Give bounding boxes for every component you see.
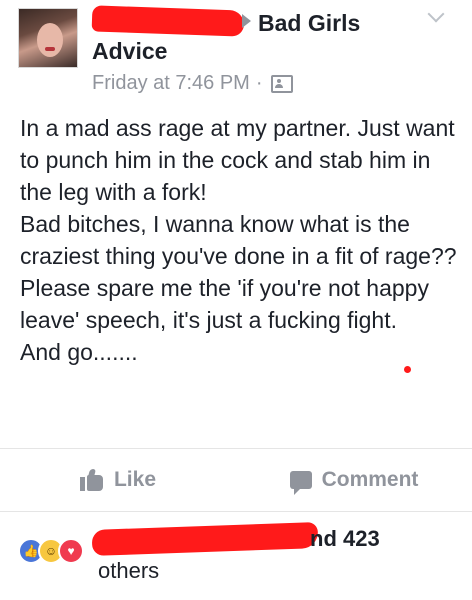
comment-label: Comment	[321, 468, 419, 491]
post-paragraph: Please spare me the 'if you're not happy…	[20, 275, 429, 333]
reaction-icons: 👍 ☺ ♥	[18, 538, 84, 564]
right-arrow-icon	[242, 14, 251, 28]
timestamp[interactable]: Friday at 7:46 PM	[92, 72, 250, 95]
post-paragraph: And go.......	[20, 339, 138, 365]
post-paragraph: In a mad ass rage at my partner. Just wa…	[20, 115, 455, 205]
post-text: In a mad ass rage at my partner. Just wa…	[20, 112, 460, 368]
redacted-author-name	[91, 5, 245, 37]
love-reaction-icon: ♥	[58, 538, 84, 564]
reaction-others: others	[98, 558, 160, 583]
redacted-reactor-names	[91, 522, 319, 556]
members-icon	[270, 74, 293, 93]
avatar-face	[37, 23, 63, 57]
avatar-lips	[45, 47, 55, 51]
action-bar: Like Comment	[0, 448, 472, 512]
reaction-count: nd 423	[310, 526, 380, 551]
chevron-down-icon[interactable]	[427, 5, 445, 23]
comment-button[interactable]: Comment	[236, 468, 472, 495]
post-meta: Friday at 7:46 PM ·	[92, 72, 293, 95]
like-label: Like	[113, 468, 157, 491]
like-button[interactable]: Like	[0, 468, 236, 492]
post-paragraph: Bad bitches, I wanna know what is the cr…	[20, 211, 457, 269]
comment-icon	[289, 471, 312, 495]
thumbs-up-icon	[79, 469, 104, 491]
red-dot-mark	[404, 366, 411, 373]
group-name[interactable]: Bad Girls	[258, 10, 360, 37]
reactions-summary[interactable]: 👍 ☺ ♥ nd 423 others	[0, 510, 472, 600]
group-name-continued[interactable]: Advice	[92, 38, 167, 65]
post-header: Bad Girls Advice Friday at 7:46 PM ·	[0, 0, 472, 110]
avatar[interactable]	[18, 8, 78, 68]
meta-separator: ·	[255, 72, 263, 94]
